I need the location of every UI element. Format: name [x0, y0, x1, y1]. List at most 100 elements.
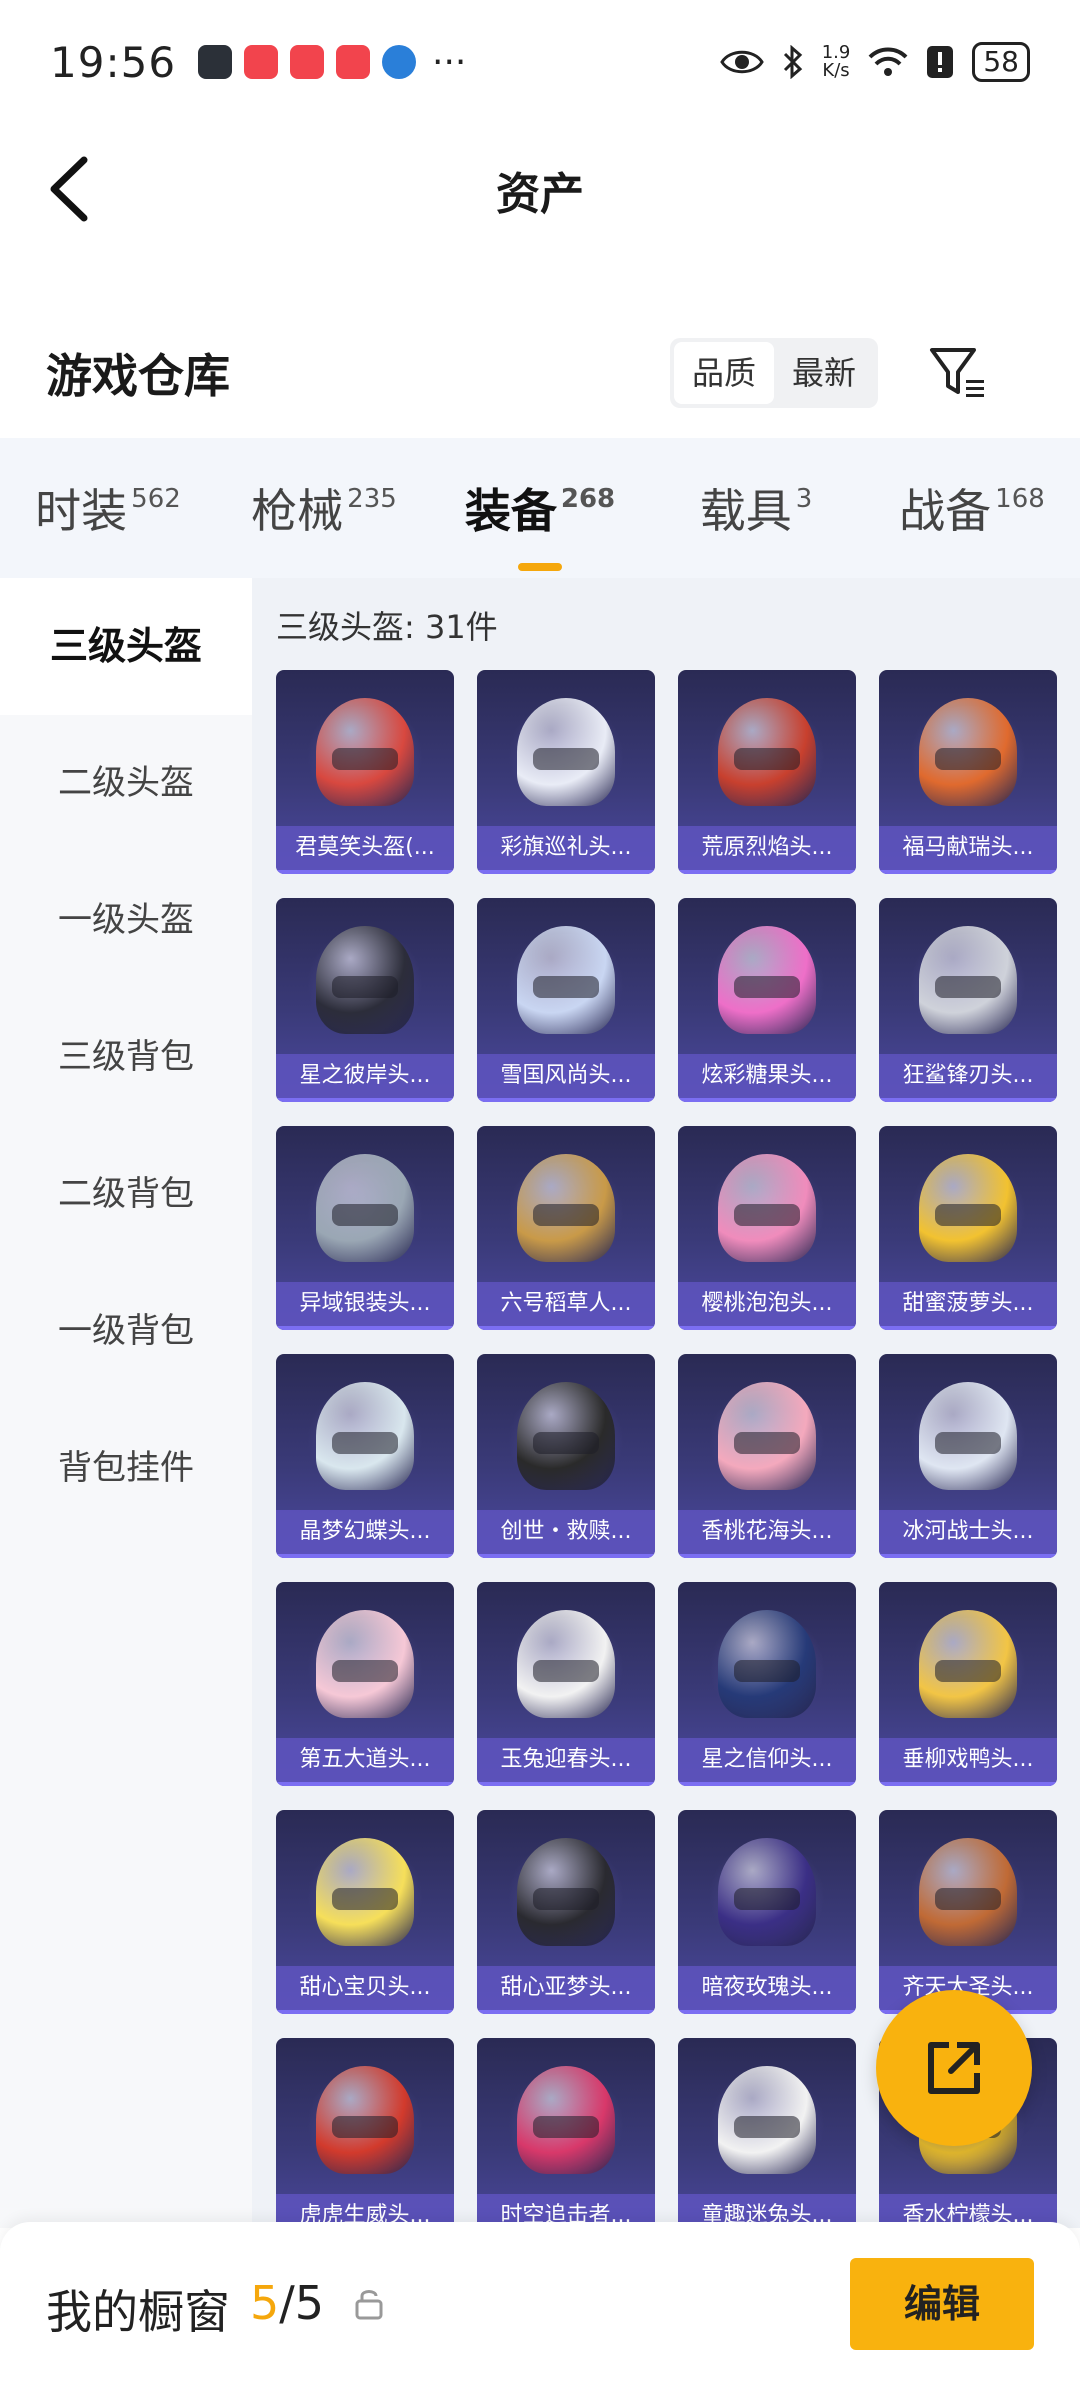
helmet-visor [734, 1660, 800, 1682]
sidebar-item-level1-backpack[interactable]: 一级背包 [0, 1263, 252, 1400]
showcase-bar: 我的橱窗 5/5 编辑 [0, 2222, 1080, 2382]
item-card[interactable]: 时空追击者... [477, 2038, 655, 2228]
helmet-visor [935, 1888, 1001, 1910]
helmet-visor [332, 1888, 398, 1910]
item-name: 荒原烈焰头... [678, 826, 856, 870]
helmet-visor [734, 1888, 800, 1910]
item-card[interactable]: 香桃花海头... [678, 1354, 856, 1558]
item-card[interactable]: 异域银装头... [276, 1126, 454, 1330]
card-quality-stripe [678, 1554, 856, 1558]
item-card[interactable]: 齐天大圣头... [879, 1810, 1057, 2014]
eye-icon [719, 50, 764, 74]
item-card[interactable]: 冰河战士头... [879, 1354, 1057, 1558]
item-card[interactable]: 星之信仰头... [678, 1582, 856, 1786]
item-card[interactable]: 童趣迷兔头... [678, 2038, 856, 2228]
battery-indicator: 58 [972, 42, 1030, 82]
tab-weapons[interactable]: 枪械 235 [216, 475, 432, 541]
item-card[interactable]: 第五大道头... [276, 1582, 454, 1786]
item-card[interactable]: 暗夜玫瑰头... [678, 1810, 856, 2014]
card-quality-stripe [477, 870, 655, 874]
app-notification-icon [198, 45, 233, 79]
item-name: 暗夜玫瑰头... [678, 1966, 856, 2010]
network-speed: 1.9 K/s [821, 42, 851, 81]
item-name: 炫彩糖果头... [678, 1054, 856, 1098]
browser-icon [382, 45, 417, 79]
sidebar-item-level3-backpack[interactable]: 三级背包 [0, 989, 252, 1126]
sort-toggle: 品质 最新 [670, 338, 879, 408]
helmet-visor [533, 2116, 599, 2138]
subcategory-sidebar: 三级头盔 二级头盔 一级头盔 三级背包 二级背包 一级背包 背包挂件 [0, 578, 252, 2228]
helmet-visor [734, 1204, 800, 1226]
tab-vehicles[interactable]: 载具 3 [648, 475, 864, 541]
item-name: 甜蜜菠萝头... [879, 1282, 1057, 1326]
helmet-visor [332, 1204, 398, 1226]
showcase-count: 5/5 [250, 2276, 325, 2330]
item-card[interactable]: 彩旗巡礼头... [477, 670, 655, 874]
sidebar-item-backpack-pendant[interactable]: 背包挂件 [0, 1400, 252, 1537]
assets-page: 19:56 ··· 1.9 K/s 58 资产 游戏仓库 品质 最新 时装 562 … [0, 0, 1080, 2382]
card-quality-stripe [276, 1554, 454, 1558]
share-button[interactable] [876, 1990, 1032, 2146]
item-card[interactable]: 创世・救赎... [477, 1354, 655, 1558]
helmet-visor [533, 1660, 599, 1682]
item-card[interactable]: 樱桃泡泡头... [678, 1126, 856, 1330]
alert-icon [927, 46, 954, 78]
item-card[interactable]: 福马献瑞头... [879, 670, 1057, 874]
helmet-visor [734, 1432, 800, 1454]
helmet-visor [935, 1660, 1001, 1682]
sidebar-item-level2-backpack[interactable]: 二级背包 [0, 1126, 252, 1263]
sort-latest-button[interactable]: 最新 [774, 342, 874, 404]
tab-gear[interactable]: 战备 168 [864, 475, 1080, 541]
item-card[interactable]: 荒原烈焰头... [678, 670, 856, 874]
edit-button[interactable]: 编辑 [850, 2258, 1034, 2350]
helmet-visor [332, 976, 398, 998]
item-card[interactable]: 虎虎生威头... [276, 2038, 454, 2228]
sort-quality-button[interactable]: 品质 [674, 342, 775, 404]
item-card[interactable]: 甜心亚梦头... [477, 1810, 655, 2014]
card-quality-stripe [678, 2010, 856, 2014]
item-card[interactable]: 玉兔迎春头... [477, 1582, 655, 1786]
helmet-visor [935, 748, 1001, 770]
helmet-visor [332, 2116, 398, 2138]
card-quality-stripe [477, 2010, 655, 2014]
item-card[interactable]: 君莫笑头盔(... [276, 670, 454, 874]
helmet-visor [935, 1432, 1001, 1454]
card-quality-stripe [879, 1782, 1057, 1786]
card-quality-stripe [678, 1098, 856, 1102]
item-card[interactable]: 狂鲨锋刃头... [879, 898, 1057, 1102]
item-card[interactable]: 星之彼岸头... [276, 898, 454, 1102]
warehouse-header: 游戏仓库 品质 最新 [0, 310, 1080, 430]
page-title: 资产 [496, 169, 584, 220]
shopping-bag-icon [336, 45, 371, 79]
item-card[interactable]: 雪国风尚头... [477, 898, 655, 1102]
item-card[interactable]: 炫彩糖果头... [678, 898, 856, 1102]
tab-equipment[interactable]: 装备 268 [432, 475, 648, 571]
tab-fashion[interactable]: 时装 562 [0, 475, 216, 541]
item-name: 六号稻草人... [477, 1282, 655, 1326]
item-card[interactable]: 甜蜜菠萝头... [879, 1126, 1057, 1330]
card-quality-stripe [276, 870, 454, 874]
more-notifications-icon: ··· [432, 41, 467, 83]
item-name: 异域银装头... [276, 1282, 454, 1326]
helmet-visor [533, 1204, 599, 1226]
item-name: 樱桃泡泡头... [678, 1282, 856, 1326]
card-quality-stripe [477, 1554, 655, 1558]
item-card[interactable]: 六号稻草人... [477, 1126, 655, 1330]
item-name: 星之信仰头... [678, 1738, 856, 1782]
item-name: 福马献瑞头... [879, 826, 1057, 870]
card-quality-stripe [879, 1098, 1057, 1102]
item-name: 晶梦幻蝶头... [276, 1510, 454, 1554]
status-time: 19:56 [50, 37, 177, 87]
item-card[interactable]: 晶梦幻蝶头... [276, 1354, 454, 1558]
item-name: 君莫笑头盔(... [276, 826, 454, 870]
item-card[interactable]: 垂柳戏鸭头... [879, 1582, 1057, 1786]
sidebar-item-level2-helmet[interactable]: 二级头盔 [0, 715, 252, 852]
sidebar-item-level3-helmet[interactable]: 三级头盔 [0, 578, 252, 715]
item-name: 香桃花海头... [678, 1510, 856, 1554]
card-quality-stripe [678, 1326, 856, 1330]
sidebar-item-level1-helmet[interactable]: 一级头盔 [0, 852, 252, 989]
helmet-visor [734, 2116, 800, 2138]
filter-icon[interactable] [928, 342, 988, 402]
helmet-visor [935, 976, 1001, 998]
item-card[interactable]: 甜心宝贝头... [276, 1810, 454, 2014]
